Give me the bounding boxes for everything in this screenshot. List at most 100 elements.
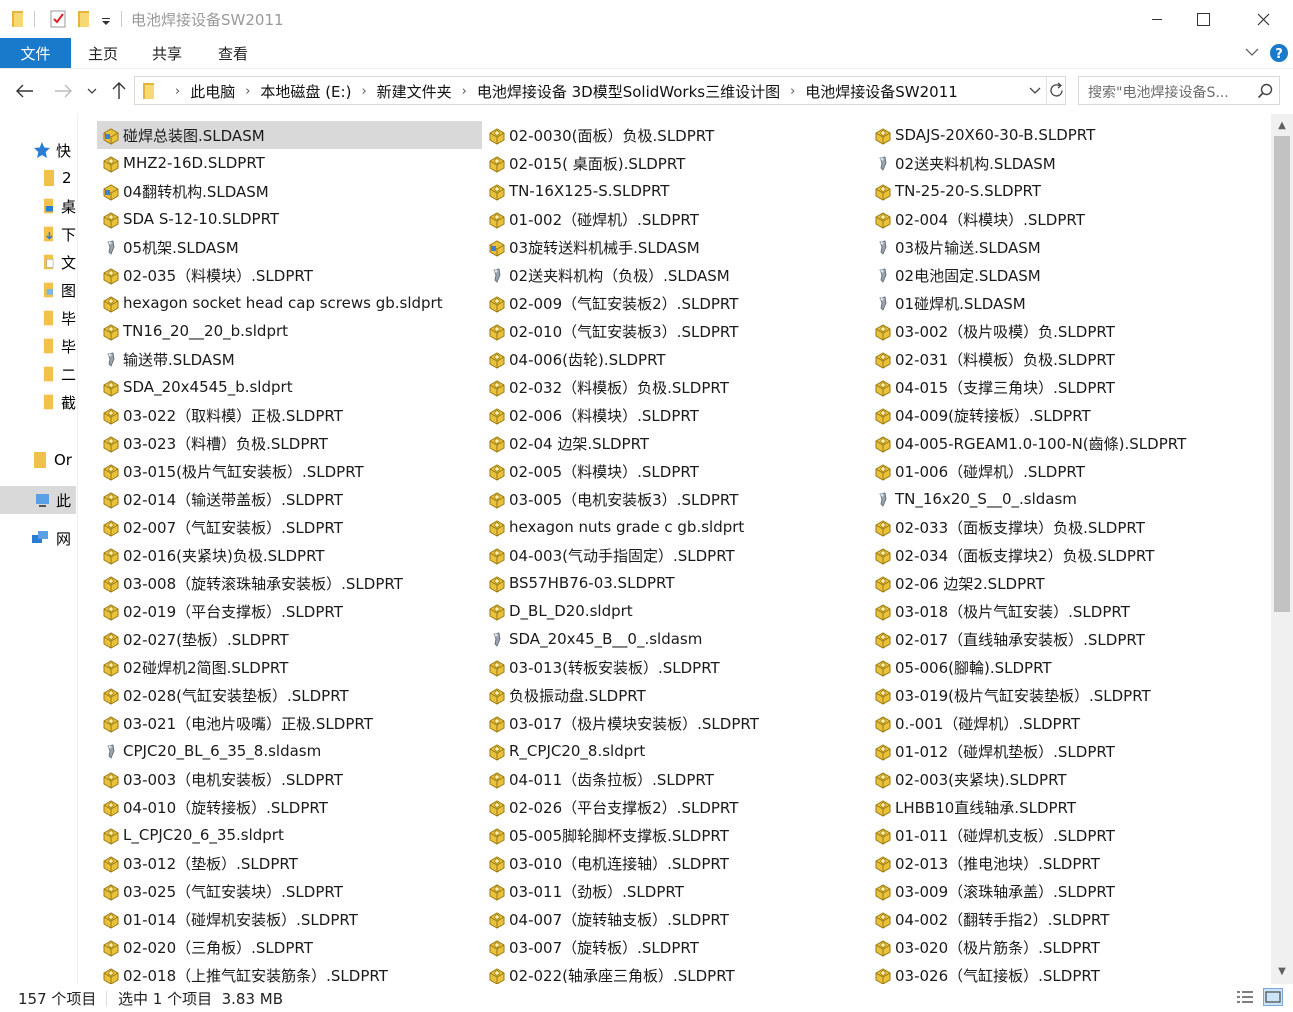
file-item[interactable]: 03-002（极片吸模）负.SLDPRT: [869, 317, 1269, 345]
tab-file[interactable]: 文件: [0, 38, 71, 68]
forward-button[interactable]: [50, 78, 76, 104]
file-item[interactable]: 02-018（上推气缸安装筋条）.SLDPRT: [97, 961, 482, 984]
refresh-icon[interactable]: [1048, 82, 1065, 99]
file-item[interactable]: 01-014（碰焊机安装板）.SLDPRT: [97, 905, 482, 933]
file-item[interactable]: 02-034（面板支撑块2）负极.SLDPRT: [869, 541, 1269, 569]
search-input[interactable]: 搜索"电池焊接设备S...: [1078, 76, 1280, 105]
file-item[interactable]: 03极片输送.SLDASM: [869, 233, 1269, 261]
file-item[interactable]: 04-011（齿条拉板）.SLDPRT: [483, 765, 868, 793]
file-item[interactable]: 输送带.SLDASM: [97, 345, 482, 373]
file-item[interactable]: TN-25-20-S.SLDPRT: [869, 177, 1269, 205]
file-item[interactable]: 04-003(气动手指固定）.SLDPRT: [483, 541, 868, 569]
nav-item-documents[interactable]: 文: [0, 248, 76, 276]
breadcrumb-separator[interactable]: ›: [175, 84, 180, 99]
file-item[interactable]: L_CPJC20_6_35.sldprt: [97, 821, 482, 849]
minimize-button[interactable]: [1134, 0, 1180, 38]
file-item[interactable]: 01-006（碰焊机）.SLDPRT: [869, 457, 1269, 485]
file-item[interactable]: CPJC20_BL_6_35_8.sldasm: [97, 737, 482, 765]
file-item[interactable]: MHZ2-16D.SLDPRT: [97, 149, 482, 177]
vertical-scrollbar[interactable]: ▲ ▼: [1271, 114, 1293, 984]
folder-icon[interactable]: [10, 8, 26, 30]
file-item[interactable]: 02-009（气缸安装板2）.SLDPRT: [483, 289, 868, 317]
file-item[interactable]: TN_16x20_S__0_.sldasm: [869, 485, 1269, 513]
file-item[interactable]: 碰焊总装图.SLDASM: [97, 121, 482, 149]
breadcrumb-separator[interactable]: ›: [462, 84, 467, 99]
file-item[interactable]: 03-026（气缸接板）.SLDPRT: [869, 961, 1269, 984]
file-item[interactable]: 04-009(旋转接板）.SLDPRT: [869, 401, 1269, 429]
details-view-icon[interactable]: [1236, 989, 1254, 1005]
expand-ribbon-icon[interactable]: [1245, 47, 1259, 57]
file-item[interactable]: 04-007（旋转轴支板）.SLDPRT: [483, 905, 868, 933]
nav-item-folder[interactable]: 毕: [0, 332, 76, 360]
breadcrumb-drive[interactable]: 本地磁盘 (E:): [260, 81, 351, 102]
file-item[interactable]: 02-028(气缸安装垫板）.SLDPRT: [97, 681, 482, 709]
file-item[interactable]: TN-16X125-S.SLDPRT: [483, 177, 868, 205]
nav-item-folder[interactable]: 毕: [0, 304, 76, 332]
file-item[interactable]: SDA S-12-10.SLDPRT: [97, 205, 482, 233]
file-item[interactable]: 负极振动盘.SLDPRT: [483, 681, 868, 709]
file-item[interactable]: 02送夹料机构（负极）.SLDASM: [483, 261, 868, 289]
file-item[interactable]: 01-012（碰焊机垫板）.SLDPRT: [869, 737, 1269, 765]
file-item[interactable]: 03-015(极片气缸安装板）.SLDPRT: [97, 457, 482, 485]
breadcrumb-current-folder[interactable]: 电池焊接设备SW2011: [805, 81, 958, 102]
file-item[interactable]: 03-005（电机安装板3）.SLDPRT: [483, 485, 868, 513]
file-item[interactable]: SDA_20x45_B__0_.sldasm: [483, 625, 868, 653]
file-item[interactable]: 02-007（气缸安装板）.SLDPRT: [97, 513, 482, 541]
file-item[interactable]: D_BL_D20.sldprt: [483, 597, 868, 625]
nav-quick-access[interactable]: 快: [0, 136, 76, 164]
breadcrumb-new-folder[interactable]: 新建文件夹: [377, 81, 452, 102]
file-item[interactable]: 04-005-RGEAM1.0-100-N(齒條).SLDPRT: [869, 429, 1269, 457]
file-item[interactable]: 02碰焊机2简图.SLDPRT: [97, 653, 482, 681]
scrollbar-thumb[interactable]: [1274, 136, 1290, 612]
file-item[interactable]: R_CPJC20_8.sldprt: [483, 737, 868, 765]
file-item[interactable]: 01-011（碰焊机支板）.SLDPRT: [869, 821, 1269, 849]
file-item[interactable]: 03旋转送料机械手.SLDASM: [483, 233, 868, 261]
properties-icon[interactable]: [48, 8, 68, 30]
file-item[interactable]: 03-020（极片筋条）.SLDPRT: [869, 933, 1269, 961]
file-item[interactable]: 03-019(极片气缸安装垫板）.SLDPRT: [869, 681, 1269, 709]
file-item[interactable]: LHBB10直线轴承.SLDPRT: [869, 793, 1269, 821]
file-item[interactable]: 0.-001（碰焊机）.SLDPRT: [869, 709, 1269, 737]
file-item[interactable]: 04翻转机构.SLDASM: [97, 177, 482, 205]
file-item[interactable]: 04-015（支撑三角块）.SLDPRT: [869, 373, 1269, 401]
tab-home[interactable]: 主页: [88, 38, 118, 68]
file-item[interactable]: 03-009（滚珠轴承盖）.SLDPRT: [869, 877, 1269, 905]
file-item[interactable]: 03-012（垫板）.SLDPRT: [97, 849, 482, 877]
back-button[interactable]: [12, 78, 38, 104]
file-item[interactable]: 02-020（三角板）.SLDPRT: [97, 933, 482, 961]
new-folder-icon[interactable]: [76, 8, 92, 30]
breadcrumb-separator[interactable]: ›: [245, 84, 250, 99]
nav-item-folder[interactable]: 截: [0, 388, 76, 416]
file-item[interactable]: 03-010（电机连接轴）.SLDPRT: [483, 849, 868, 877]
file-item[interactable]: 03-018（极片气缸安装）.SLDPRT: [869, 597, 1269, 625]
file-item[interactable]: 02-013（推电池块）.SLDPRT: [869, 849, 1269, 877]
nav-item-2[interactable]: 2: [0, 164, 76, 192]
file-item[interactable]: 02-033（面板支撑块）负极.SLDPRT: [869, 513, 1269, 541]
maximize-button[interactable]: [1180, 0, 1226, 38]
tab-share[interactable]: 共享: [152, 38, 182, 68]
address-history-icon[interactable]: [1029, 87, 1041, 95]
up-button[interactable]: [106, 78, 132, 104]
file-item[interactable]: 03-007（旋转板）.SLDPRT: [483, 933, 868, 961]
search-icon[interactable]: [1257, 83, 1273, 99]
file-item[interactable]: 02-026（平台支撑板2）.SLDPRT: [483, 793, 868, 821]
file-item[interactable]: 05-005脚轮脚杯支撑板.SLDPRT: [483, 821, 868, 849]
file-item[interactable]: BS57HB76-03.SLDPRT: [483, 569, 868, 597]
file-item[interactable]: 03-008（旋转滚珠轴承安装板）.SLDPRT: [97, 569, 482, 597]
file-item[interactable]: 04-006(齿轮).SLDPRT: [483, 345, 868, 373]
nav-item-desktop[interactable]: 桌: [0, 192, 76, 220]
file-item[interactable]: 02电池固定.SLDASM: [869, 261, 1269, 289]
file-item[interactable]: hexagon socket head cap screws gb.sldprt: [97, 289, 482, 317]
file-item[interactable]: SDA_20x4545_b.sldprt: [97, 373, 482, 401]
file-item[interactable]: 02送夹料机构.SLDASM: [869, 149, 1269, 177]
file-item[interactable]: 04-010（旋转接板）.SLDPRT: [97, 793, 482, 821]
large-icons-view-icon[interactable]: [1263, 988, 1283, 1006]
file-item[interactable]: 02-031（料模板）负极.SLDPRT: [869, 345, 1269, 373]
file-item[interactable]: 02-022(轴承座三角板）.SLDPRT: [483, 961, 868, 984]
file-item[interactable]: 03-025（气缸安装块）.SLDPRT: [97, 877, 482, 905]
nav-network[interactable]: 网: [0, 524, 76, 552]
nav-this-pc[interactable]: 此: [0, 486, 76, 514]
file-item[interactable]: hexagon nuts grade c gb.sldprt: [483, 513, 868, 541]
file-item[interactable]: 01碰焊机.SLDASM: [869, 289, 1269, 317]
file-item[interactable]: 02-017（直线轴承安装板）.SLDPRT: [869, 625, 1269, 653]
